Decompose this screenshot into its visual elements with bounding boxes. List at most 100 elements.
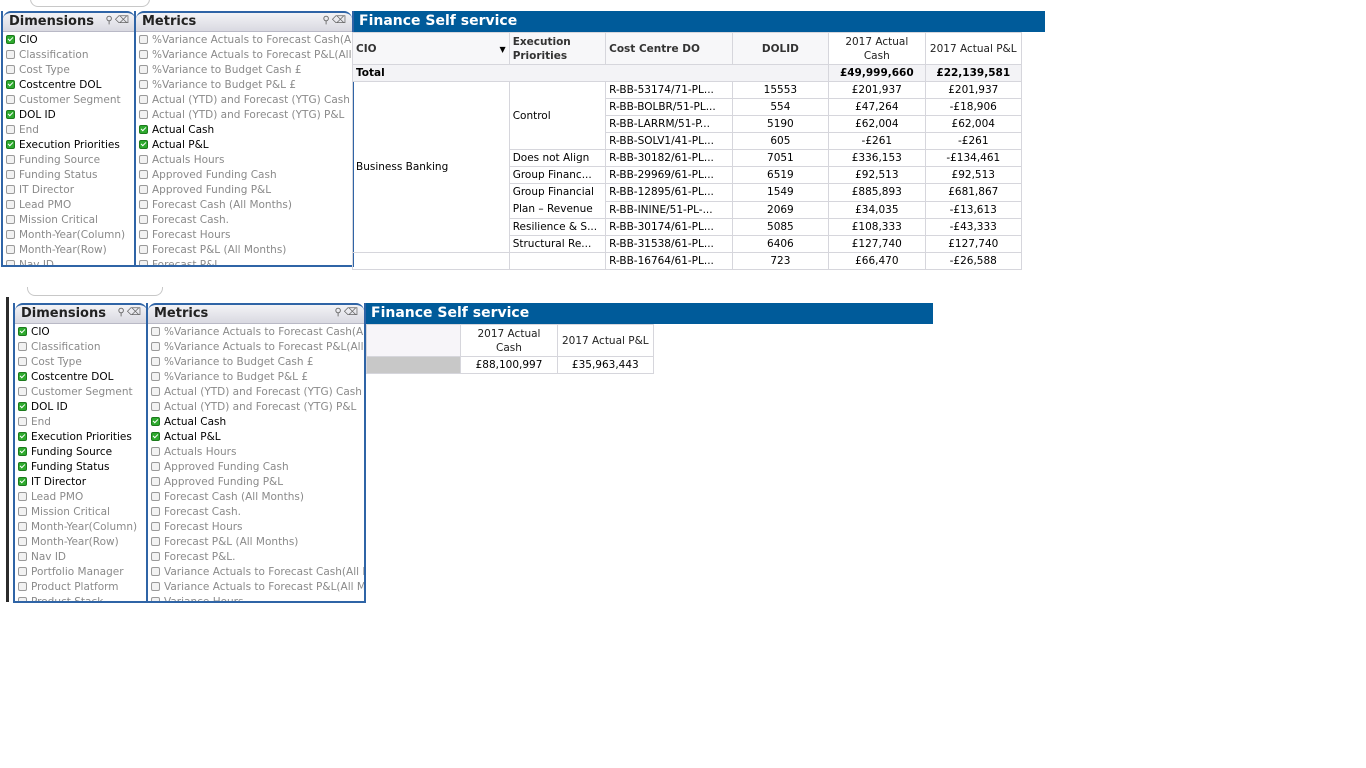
list-item[interactable]: Approved Funding P&L bbox=[148, 475, 364, 490]
priority-cell[interactable]: Group Financ... bbox=[508, 166, 607, 184]
checkbox-icon[interactable] bbox=[139, 154, 148, 164]
list-item[interactable]: Funding Status bbox=[3, 168, 135, 183]
list-item[interactable]: Forecast Cash (All Months) bbox=[148, 490, 364, 505]
search-icon[interactable]: ⚲ bbox=[323, 15, 332, 26]
checkbox-icon[interactable] bbox=[139, 169, 148, 179]
list-item[interactable]: %Variance to Budget Cash £ bbox=[136, 63, 352, 78]
checkbox-icon[interactable] bbox=[151, 581, 160, 591]
list-item[interactable]: Variance Actuals to Forecast Cash(All Mo… bbox=[148, 565, 364, 580]
checkbox-checked-icon[interactable] bbox=[18, 401, 27, 411]
list-item[interactable]: Month-Year(Row) bbox=[15, 535, 147, 550]
list-item[interactable]: CIO bbox=[3, 33, 135, 48]
list-item[interactable]: Customer Segment bbox=[3, 93, 135, 108]
list-item[interactable]: Portfolio Manager bbox=[15, 565, 147, 580]
checkbox-checked-icon[interactable] bbox=[6, 79, 15, 89]
list-item[interactable]: Approved Funding Cash bbox=[136, 168, 352, 183]
list-item[interactable]: Actual P&L bbox=[148, 430, 364, 445]
list-item[interactable]: %Variance Actuals to Forecast P&L(All Mo… bbox=[148, 340, 364, 355]
checkbox-icon[interactable] bbox=[139, 229, 148, 239]
list-item[interactable]: Actual P&L bbox=[136, 138, 352, 153]
checkbox-icon[interactable] bbox=[6, 259, 15, 265]
list-item[interactable]: Product Stack bbox=[15, 595, 147, 601]
checkbox-icon[interactable] bbox=[139, 94, 148, 104]
checkbox-icon[interactable] bbox=[151, 551, 160, 561]
list-item[interactable]: Classification bbox=[15, 340, 147, 355]
checkbox-icon[interactable] bbox=[151, 491, 160, 501]
checkbox-icon[interactable] bbox=[18, 416, 27, 426]
list-item[interactable]: %Variance Actuals to Forecast Cash(All M… bbox=[148, 325, 364, 340]
list-item[interactable]: Funding Status bbox=[15, 460, 147, 475]
checkbox-checked-icon[interactable] bbox=[139, 139, 148, 149]
list-item[interactable]: Actual Cash bbox=[148, 415, 364, 430]
checkbox-icon[interactable] bbox=[6, 154, 15, 164]
checkbox-icon[interactable] bbox=[151, 341, 160, 351]
checkbox-icon[interactable] bbox=[6, 94, 15, 104]
list-item[interactable]: Month-Year(Row) bbox=[3, 243, 135, 258]
list-item[interactable]: Month-Year(Column) bbox=[3, 228, 135, 243]
list-item[interactable]: DOL ID bbox=[15, 400, 147, 415]
list-item[interactable]: Nav ID bbox=[15, 550, 147, 565]
checkbox-icon[interactable] bbox=[151, 461, 160, 471]
list-item[interactable]: IT Director bbox=[15, 475, 147, 490]
checkbox-icon[interactable] bbox=[151, 476, 160, 486]
priority-cell[interactable]: Structural Re... bbox=[508, 235, 607, 253]
list-item[interactable]: Actual (YTD) and Forecast (YTG) P&L bbox=[148, 400, 364, 415]
list-item[interactable]: Costcentre DOL bbox=[15, 370, 147, 385]
list-item[interactable]: Nav ID bbox=[3, 258, 135, 265]
checkbox-icon[interactable] bbox=[139, 184, 148, 194]
checkbox-icon[interactable] bbox=[18, 356, 27, 366]
cio-group-cell[interactable]: Business Banking bbox=[352, 81, 510, 253]
priority-cell[interactable] bbox=[508, 252, 607, 270]
list-item[interactable]: Funding Source bbox=[15, 445, 147, 460]
list-item[interactable]: %Variance Actuals to Forecast Cash(All M… bbox=[136, 33, 352, 48]
header-actual-cash[interactable]: 2017 Actual Cash bbox=[828, 32, 926, 65]
checkbox-icon[interactable] bbox=[6, 64, 15, 74]
header-cio[interactable]: CIO ▼ bbox=[352, 32, 510, 65]
checkbox-icon[interactable] bbox=[151, 521, 160, 531]
search-icon[interactable]: ⚲ bbox=[335, 307, 344, 318]
list-item[interactable]: Actuals Hours bbox=[136, 153, 352, 168]
list-item[interactable]: Month-Year(Column) bbox=[15, 520, 147, 535]
header-execution-priorities[interactable]: Execution Priorities bbox=[508, 32, 607, 65]
checkbox-checked-icon[interactable] bbox=[151, 416, 160, 426]
cio-group-cell[interactable] bbox=[352, 252, 510, 270]
checkbox-icon[interactable] bbox=[139, 244, 148, 254]
checkbox-checked-icon[interactable] bbox=[18, 326, 27, 336]
list-item[interactable]: Approved Funding P&L bbox=[136, 183, 352, 198]
checkbox-checked-icon[interactable] bbox=[6, 34, 15, 44]
checkbox-icon[interactable] bbox=[151, 371, 160, 381]
header-dolid[interactable]: DOLID bbox=[731, 32, 830, 65]
list-item[interactable]: %Variance Actuals to Forecast P&L(All Mo… bbox=[136, 48, 352, 63]
list-item[interactable]: Execution Priorities bbox=[15, 430, 147, 445]
list-item[interactable]: Forecast Cash. bbox=[136, 213, 352, 228]
list-item[interactable]: Actual (YTD) and Forecast (YTG) Cash bbox=[136, 93, 352, 108]
priority-cell[interactable]: Resilience & S... bbox=[508, 218, 607, 236]
header-actual-pl[interactable]: 2017 Actual P&L bbox=[556, 324, 655, 357]
search-icon[interactable]: ⚲ bbox=[106, 15, 115, 26]
list-item[interactable]: Funding Source bbox=[3, 153, 135, 168]
checkbox-icon[interactable] bbox=[139, 214, 148, 224]
checkbox-icon[interactable] bbox=[18, 386, 27, 396]
eraser-icon[interactable]: ⌫ bbox=[344, 307, 360, 318]
list-item[interactable]: CIO bbox=[15, 325, 147, 340]
list-item[interactable]: Variance Actuals to Forecast P&L(All Mon… bbox=[148, 580, 364, 595]
list-item[interactable]: Costcentre DOL bbox=[3, 78, 135, 93]
checkbox-icon[interactable] bbox=[18, 551, 27, 561]
list-item[interactable]: %Variance to Budget Cash £ bbox=[148, 355, 364, 370]
list-item[interactable]: Customer Segment bbox=[15, 385, 147, 400]
eraser-icon[interactable]: ⌫ bbox=[127, 307, 143, 318]
list-item[interactable]: Variance Hours bbox=[148, 595, 364, 601]
list-item[interactable]: Forecast P&L (All Months) bbox=[136, 243, 352, 258]
list-item[interactable]: Approved Funding Cash bbox=[148, 460, 364, 475]
list-item[interactable]: Actual Cash bbox=[136, 123, 352, 138]
header-actual-pl[interactable]: 2017 Actual P&L bbox=[924, 32, 1023, 65]
checkbox-checked-icon[interactable] bbox=[18, 476, 27, 486]
list-item[interactable]: Forecast Hours bbox=[136, 228, 352, 243]
list-item[interactable]: Classification bbox=[3, 48, 135, 63]
checkbox-icon[interactable] bbox=[151, 386, 160, 396]
checkbox-icon[interactable] bbox=[139, 199, 148, 209]
checkbox-icon[interactable] bbox=[151, 401, 160, 411]
checkbox-checked-icon[interactable] bbox=[18, 446, 27, 456]
checkbox-icon[interactable] bbox=[139, 49, 148, 59]
list-item[interactable]: Product Platform bbox=[15, 580, 147, 595]
